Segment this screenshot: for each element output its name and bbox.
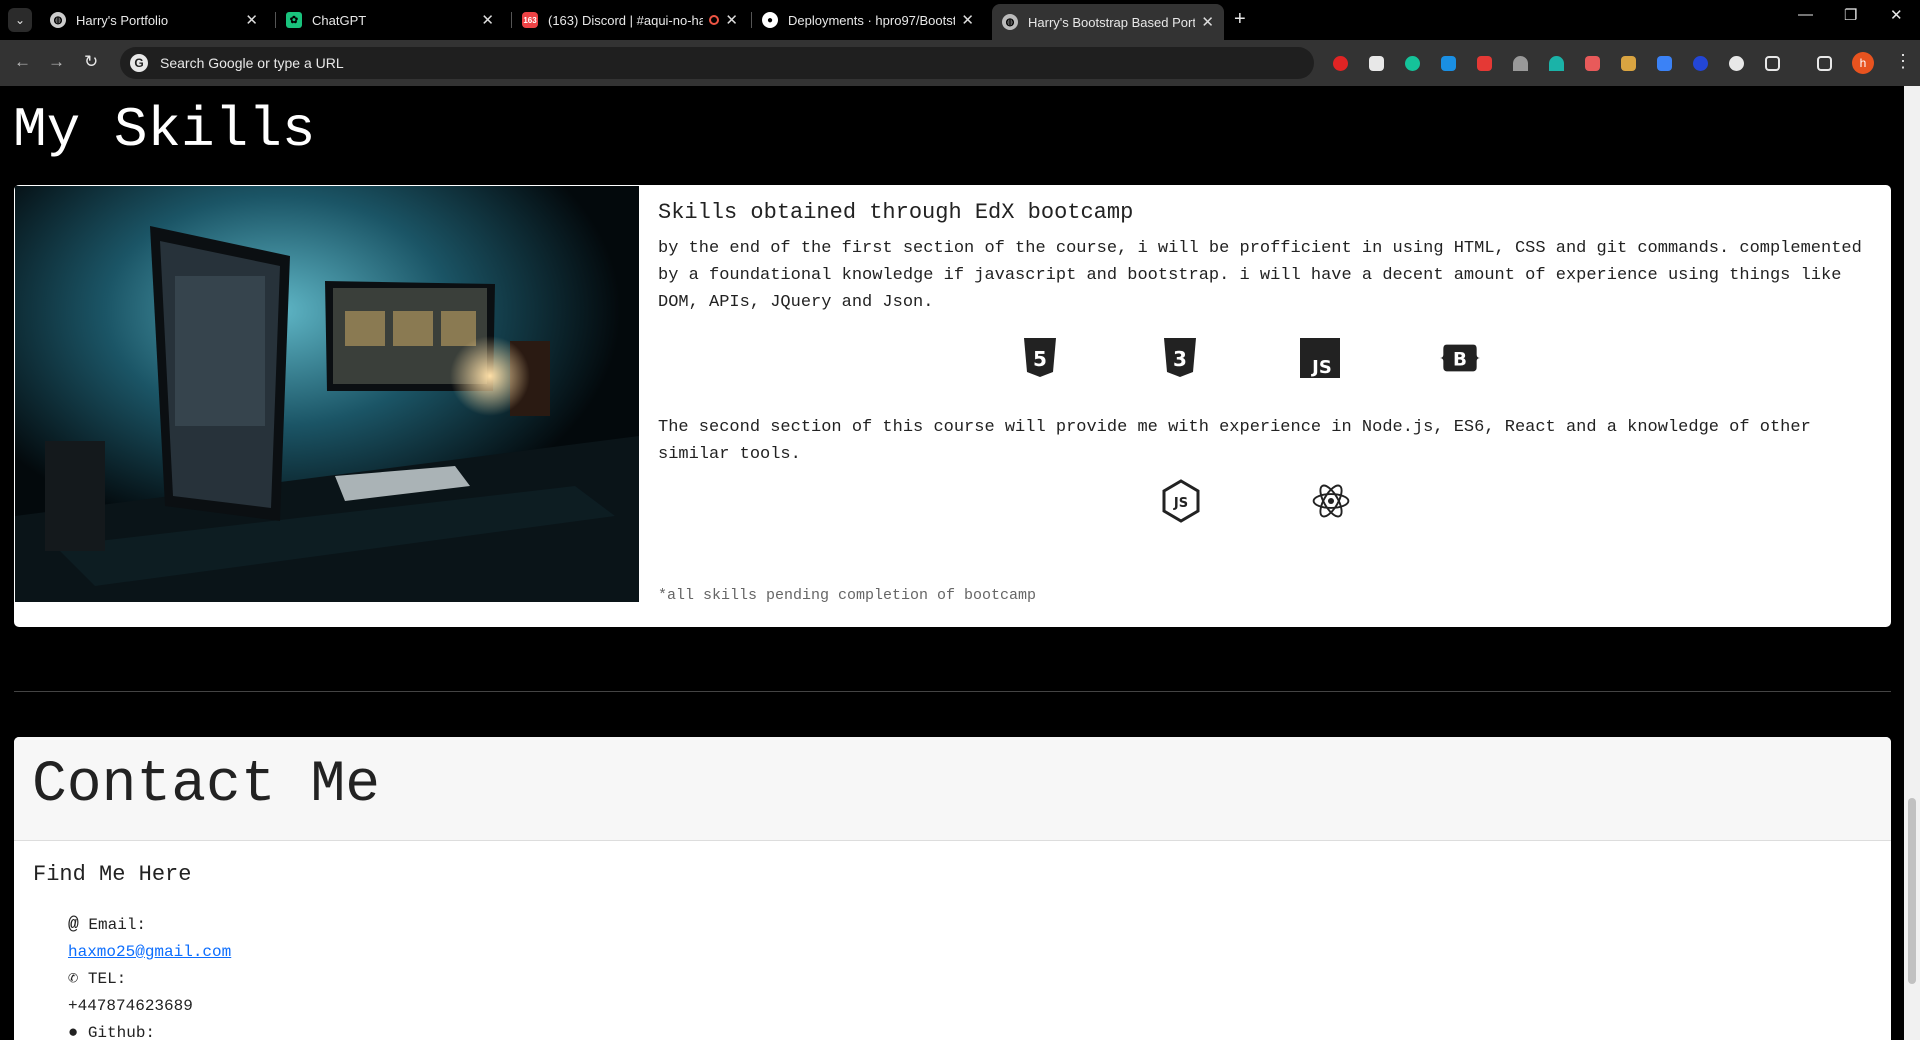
extension-video-icon[interactable] (1585, 56, 1600, 71)
extension-image-icon[interactable] (1621, 56, 1636, 71)
github-label: Github: (87, 1024, 156, 1040)
kebab-menu-icon[interactable]: ⋮ (1894, 51, 1912, 72)
github-icon: ● (68, 1024, 79, 1040)
close-window-button[interactable]: ✕ (1890, 6, 1903, 24)
tel-value: +447874623689 (68, 997, 193, 1015)
skills-paragraph-1: by the end of the first section of the c… (658, 239, 1862, 312)
skills-card-title: Skills obtained through EdX bootcamp (658, 200, 1134, 225)
skills-card-body-2: The second section of this course will p… (658, 414, 1878, 468)
svg-text:3: 3 (1173, 347, 1187, 371)
html5-icon: 5 (1020, 338, 1060, 378)
browser-toolbar: ← → ↻ G Search Google or type a URL h ⋮ (0, 40, 1920, 86)
extension-teal-icon[interactable] (1549, 56, 1564, 71)
extensions-puzzle-icon[interactable] (1765, 56, 1780, 71)
discord-icon: 163 (522, 12, 538, 28)
at-sign-icon: @ (68, 915, 79, 935)
section-divider (14, 691, 1891, 692)
github-icon: ● (762, 12, 778, 28)
phone-icon: ✆ (68, 970, 79, 989)
tab-github-deployments[interactable]: ● Deployments · hpro97/Bootstra ✕ (752, 4, 984, 36)
skills-paragraph-2: The second section of this course will p… (658, 418, 1811, 464)
tab-discord[interactable]: 163 (163) Discord | #aqui-no-ha ✕ (512, 4, 748, 36)
globe-icon: ◍ (50, 12, 66, 28)
close-tab-icon[interactable]: ✕ (1201, 13, 1214, 31)
contact-card: Contact Me Find Me Here @ Email: haxmo25… (14, 737, 1891, 1040)
skills-pending-note: *all skills pending completion of bootca… (658, 587, 1037, 604)
close-tab-icon[interactable]: ✕ (961, 11, 974, 29)
skills-icons-row-2: JS (1161, 479, 1351, 523)
scrollbar-thumb[interactable] (1908, 798, 1916, 984)
tel-label: TEL: (87, 970, 127, 988)
svg-text:5: 5 (1033, 347, 1047, 371)
globe-icon: ◍ (1002, 14, 1018, 30)
extension-pocket-icon[interactable] (1369, 56, 1384, 71)
tab-harrys-portfolio[interactable]: ◍ Harry's Portfolio ✕ (40, 4, 268, 36)
contact-subheading: Find Me Here (33, 862, 192, 887)
svg-text:B: B (1453, 350, 1467, 371)
css3-icon: 3 (1160, 338, 1200, 378)
extension-blue-icon[interactable] (1441, 56, 1456, 71)
extension-circle-icon[interactable] (1693, 56, 1708, 71)
grammarly-icon[interactable] (1405, 56, 1420, 71)
recording-icon (709, 15, 720, 25)
profile-avatar[interactable]: h (1852, 52, 1874, 74)
react-icon (1311, 481, 1351, 521)
svg-text:JS: JS (1310, 357, 1332, 378)
contact-heading: Contact Me (32, 753, 381, 818)
page-viewport: My Skills Skills obtained through EdX bo… (0, 86, 1904, 1040)
volume-extension-icon[interactable] (1657, 56, 1672, 71)
extension-tp-icon[interactable] (1477, 56, 1492, 71)
contact-list: @ Email: haxmo25@gmail.com ✆ TEL: +44787… (68, 912, 231, 1040)
email-label: Email: (88, 916, 147, 934)
contact-card-header: Contact Me (14, 737, 1891, 841)
tab-chatgpt[interactable]: ✿ ChatGPT ✕ (276, 4, 504, 36)
new-tab-button[interactable]: + (1234, 8, 1246, 31)
extension-white-icon[interactable] (1729, 56, 1744, 71)
side-panel-icon[interactable] (1817, 56, 1832, 71)
reload-icon[interactable]: ↻ (84, 52, 98, 72)
github-row: ● Github: (68, 1020, 231, 1040)
email-row: @ Email: (68, 912, 231, 939)
tab-search-button[interactable]: ⌄ (8, 8, 32, 32)
tab-bootstrap-portfolio[interactable]: ◍ Harry's Bootstrap Based Portfoli ✕ (992, 4, 1224, 40)
email-link[interactable]: haxmo25@gmail.com (68, 943, 231, 961)
restore-button[interactable]: ❐ (1844, 6, 1857, 24)
extension-hand-icon[interactable] (1333, 56, 1348, 71)
extension-arch-icon[interactable] (1513, 56, 1528, 71)
bootstrap-icon: B (1440, 338, 1480, 378)
back-arrow-icon[interactable]: ← (14, 52, 31, 72)
nodejs-icon: JS (1161, 479, 1201, 523)
skills-card-body: Skills obtained through EdX bootcamp by … (658, 200, 1878, 316)
omnibox[interactable]: G Search Google or type a URL (120, 47, 1314, 79)
close-tab-icon[interactable]: ✕ (245, 11, 258, 29)
omnibox-placeholder: Search Google or type a URL (160, 55, 344, 71)
skills-heading: My Skills (13, 98, 316, 162)
tab-strip: ⌄ ◍ Harry's Portfolio ✕ ✿ ChatGPT ✕ 163 … (0, 0, 1920, 40)
close-tab-icon[interactable]: ✕ (725, 11, 738, 29)
google-icon: G (130, 54, 148, 72)
skills-icons-row-1: 5 3 JS B (1020, 338, 1480, 378)
close-tab-icon[interactable]: ✕ (481, 11, 494, 29)
chatgpt-icon: ✿ (286, 12, 302, 28)
desk-setup-photo (15, 186, 639, 602)
tel-row: ✆ TEL: (68, 966, 231, 993)
svg-text:JS: JS (1173, 496, 1188, 511)
javascript-icon: JS (1300, 338, 1340, 378)
minimize-button[interactable]: — (1798, 6, 1813, 23)
page-scrollbar[interactable] (1904, 86, 1920, 1040)
skills-card: Skills obtained through EdX bootcamp by … (14, 185, 1891, 627)
forward-arrow-icon[interactable]: → (48, 52, 65, 72)
